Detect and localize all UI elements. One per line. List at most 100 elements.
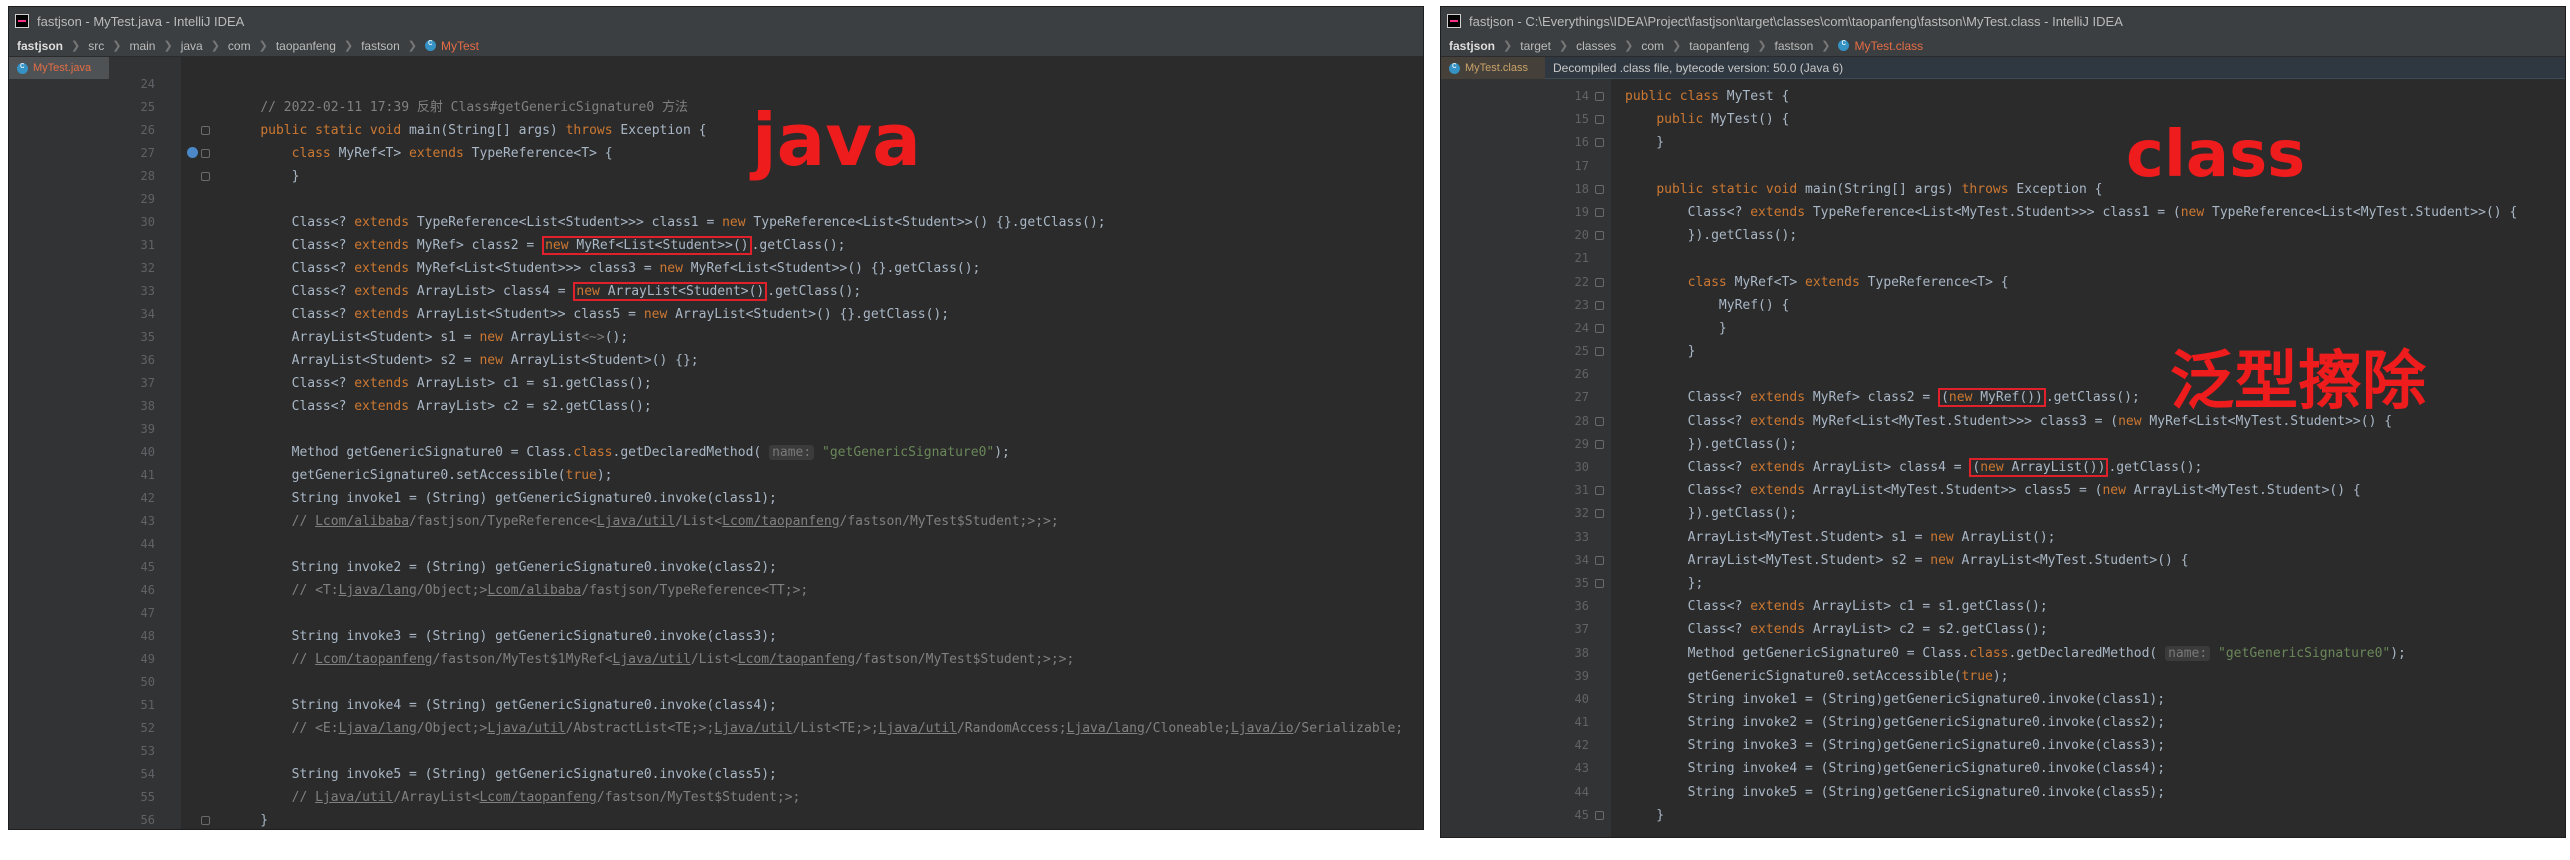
line-number: 34: [1574, 552, 1589, 567]
breadcrumb-item[interactable]: taopanfeng: [276, 39, 336, 53]
line-number: 56: [140, 813, 155, 827]
fold-marker-icon[interactable]: [1595, 115, 1604, 125]
line-number: 15: [1574, 112, 1589, 127]
code-text: }).getClass();: [1625, 436, 1798, 452]
line-number: 28: [140, 169, 155, 183]
breadcrumb-item[interactable]: main: [129, 39, 155, 53]
code-line: 44 String invoke5 = (String)getGenericSi…: [1545, 781, 2565, 804]
code-text: };: [1625, 575, 1704, 591]
breadcrumb-item[interactable]: fastjson: [17, 39, 63, 53]
code-text: class MyRef<T> extends TypeReference<T> …: [291, 146, 613, 161]
code-line: 35 ArrayList<Student> s1 = new ArrayList…: [109, 326, 1423, 349]
breadcrumb-item[interactable]: com: [228, 39, 251, 53]
breadcrumb-separator-icon: ❯: [1558, 40, 1569, 52]
line-number: 33: [140, 284, 155, 298]
fold-marker-icon[interactable]: [1595, 509, 1604, 519]
code-line: 32 }).getClass();: [1545, 502, 2565, 525]
code-text: Class<? extends TypeReference<List<MyTes…: [1625, 204, 2518, 220]
fold-marker-icon[interactable]: [1595, 231, 1604, 241]
code-line: 17: [1545, 155, 2565, 178]
breadcrumb-item[interactable]: MyTest: [441, 39, 479, 53]
class-file-icon: [17, 60, 28, 74]
code-line: 33 Class<? extends ArrayList> class4 = n…: [109, 280, 1423, 303]
fold-marker-icon[interactable]: [1595, 277, 1604, 287]
fold-marker-icon[interactable]: [1595, 439, 1604, 449]
code-line: 32 Class<? extends MyRef<List<Student>>>…: [109, 257, 1423, 280]
file-tab-mytest-java[interactable]: MyTest.java: [9, 57, 109, 79]
code-text: }).getClass();: [1625, 506, 1798, 522]
code-text: Class<? extends ArrayList> class4 = (new…: [1625, 458, 2203, 477]
breadcrumb-separator-icon: ❯: [1821, 40, 1831, 52]
line-number: 43: [140, 514, 155, 528]
implementation-marker-icon[interactable]: [187, 147, 198, 158]
code-line: 40 String invoke1 = (String)getGenericSi…: [1545, 688, 2565, 711]
breadcrumb-item[interactable]: MyTest.class: [1854, 39, 1923, 53]
code-area[interactable]: 14 public class MyTest {15 public MyTest(…: [1545, 85, 2565, 827]
line-number: 52: [140, 721, 155, 735]
code-line: 16 }: [1545, 131, 2565, 154]
fold-marker-icon[interactable]: [201, 149, 210, 158]
breadcrumb-item[interactable]: java: [181, 39, 203, 53]
fold-marker-icon[interactable]: [1595, 207, 1604, 217]
code-text: Class<? extends TypeReference<List<Stude…: [229, 215, 1106, 230]
code-text: String invoke3 = (String)getGenericSigna…: [1625, 738, 2166, 754]
code-line: 29 }).getClass();: [1545, 433, 2565, 456]
line-number: 38: [140, 399, 155, 413]
code-line: 46 // <T:Ljava/lang/Object;>Lcom/alibaba…: [109, 579, 1423, 602]
fold-marker-icon[interactable]: [1595, 486, 1604, 496]
line-number: 26: [1574, 367, 1589, 382]
annotation-type-erasure: 泛型擦除: [2170, 345, 2426, 419]
line-number: 41: [1574, 715, 1589, 730]
code-text: Class<? extends ArrayList> c1 = s1.getCl…: [1625, 599, 2048, 615]
code-text: Class<? extends MyRef> class2 = new MyRe…: [229, 236, 846, 255]
breadcrumb-item[interactable]: fastjson: [1449, 39, 1495, 53]
fold-marker-icon[interactable]: [1595, 300, 1604, 310]
line-number: 47: [140, 606, 155, 620]
window-title: fastjson - MyTest.java - IntelliJ IDEA: [37, 13, 245, 29]
fold-marker-icon[interactable]: [201, 126, 210, 135]
fold-marker-icon[interactable]: [201, 172, 210, 181]
fold-marker-icon[interactable]: [1595, 347, 1604, 357]
line-number: 40: [1574, 691, 1589, 706]
fold-marker-icon[interactable]: [1595, 810, 1604, 820]
code-line: 56 }: [109, 809, 1423, 829]
line-number: 36: [1574, 599, 1589, 614]
fold-marker-icon[interactable]: [201, 816, 210, 825]
fold-marker-icon[interactable]: [1595, 578, 1604, 588]
code-text: Class<? extends ArrayList<MyTest.Student…: [1625, 483, 2361, 499]
code-text: }: [229, 813, 269, 828]
line-number: 22: [1574, 274, 1589, 289]
fold-marker-icon[interactable]: [1595, 323, 1604, 333]
code-line: 31 Class<? extends ArrayList<MyTest.Stud…: [1545, 479, 2565, 502]
fold-marker-icon[interactable]: [1595, 416, 1604, 426]
breadcrumb-item[interactable]: fastson: [361, 39, 400, 53]
fold-marker-icon[interactable]: [1595, 555, 1604, 565]
line-number: 53: [140, 744, 155, 758]
breadcrumb-item[interactable]: target: [1520, 39, 1551, 53]
fold-marker-icon[interactable]: [1595, 138, 1604, 148]
breadcrumb-separator-icon: ❯: [1757, 40, 1767, 52]
code-text: public MyTest() {: [1656, 112, 1790, 128]
code-line: 21: [1545, 247, 2565, 270]
code-area[interactable]: 24 25 // 2022-02-11 17:39 反射 Class#getGen…: [109, 73, 1423, 829]
file-tab-mytest-class[interactable]: MyTest.class: [1441, 57, 1545, 79]
breadcrumb-item[interactable]: taopanfeng: [1689, 39, 1749, 53]
breadcrumb-item[interactable]: fastson: [1775, 39, 1814, 53]
code-line: 23 MyRef() {: [1545, 294, 2565, 317]
code-text: String invoke1 = (String) getGenericSign…: [229, 491, 777, 506]
breadcrumb-item[interactable]: com: [1641, 39, 1664, 53]
code-line: 38 Method getGenericSignature0 = Class.c…: [1545, 642, 2565, 665]
breadcrumb-separator-icon: ❯: [407, 40, 418, 52]
fold-marker-icon[interactable]: [1595, 184, 1604, 194]
code-text: // Ljava/util/ArrayList<Lcom/taopanfeng/…: [291, 790, 801, 805]
line-number: 29: [140, 192, 155, 206]
code-text: public static void main(String[] args) t…: [260, 123, 707, 138]
code-text: String invoke2 = (String) getGenericSign…: [229, 560, 777, 575]
code-editor[interactable]: Decompiled .class file, bytecode version…: [1545, 57, 2565, 837]
code-text: String invoke1 = (String)getGenericSigna…: [1625, 691, 2166, 707]
line-number: 20: [1574, 228, 1589, 243]
breadcrumb-item[interactable]: src: [88, 39, 104, 53]
code-text: }: [1625, 344, 1696, 360]
breadcrumb-item[interactable]: classes: [1576, 39, 1616, 53]
fold-marker-icon[interactable]: [1595, 92, 1604, 101]
